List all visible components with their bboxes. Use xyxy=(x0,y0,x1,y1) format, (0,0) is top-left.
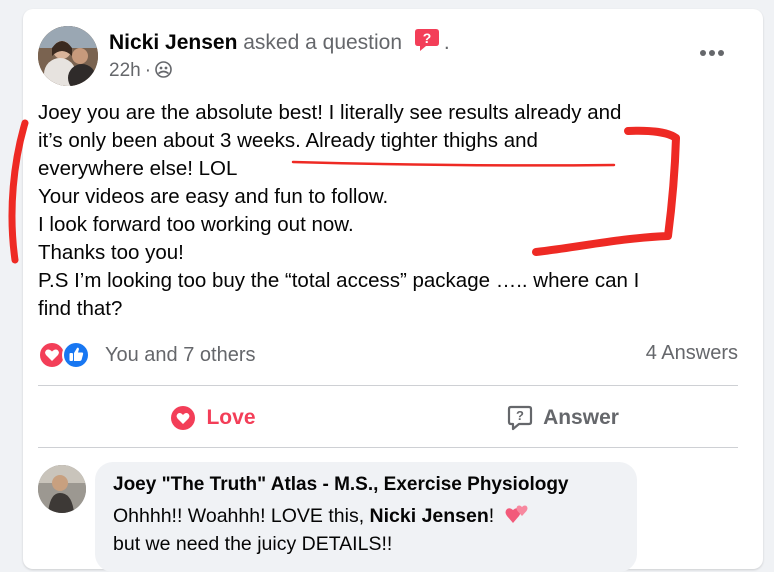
header-trailing-dot: . xyxy=(443,31,450,54)
post-text-line: it’s only been about 3 weeks. Already ti… xyxy=(38,129,538,152)
divider xyxy=(38,447,738,448)
post-text-line: P.S I’m looking too buy the “total acces… xyxy=(38,269,640,292)
comment-line-1: Ohhhh!! Woahhh! LOVE this, Nicki Jensen! xyxy=(113,502,530,530)
answers-count[interactable]: 4 Answers xyxy=(646,342,738,365)
two-hearts-emoji xyxy=(505,505,528,523)
meta-separator: · xyxy=(144,60,152,81)
like-reaction-icon xyxy=(62,341,90,369)
answer-icon: ? xyxy=(507,405,533,431)
love-button[interactable]: Love xyxy=(38,396,388,440)
post-time[interactable]: 22h xyxy=(109,60,141,81)
svg-text:?: ? xyxy=(516,408,524,423)
svg-text:?: ? xyxy=(423,30,432,46)
comment-text-prefix: Ohhhh!! Woahhh! LOVE this, xyxy=(113,505,370,527)
post-action: asked a question xyxy=(243,31,403,54)
love-icon xyxy=(171,406,196,430)
commenter-avatar[interactable] xyxy=(38,465,86,513)
author-avatar[interactable] xyxy=(38,26,98,86)
group-icon xyxy=(155,61,172,78)
post-text-line: find that? xyxy=(38,297,123,320)
comment-mention[interactable]: Nicki Jensen xyxy=(370,505,489,527)
answer-button-label: Answer xyxy=(543,406,619,429)
post-text-line: Thanks too you! xyxy=(38,241,184,264)
post-text-line: Joey you are the absolute best! I litera… xyxy=(38,101,622,124)
love-button-label: Love xyxy=(206,406,256,429)
comment-author[interactable]: Joey "The Truth" Atlas - M.S., Exercise … xyxy=(113,474,569,496)
reactions-label: You and 7 others xyxy=(105,343,256,366)
post-body: Joey you are the absolute best! I litera… xyxy=(38,99,748,323)
question-badge-icon: ? xyxy=(414,28,440,52)
post-text-line: I look forward too working out now. xyxy=(38,213,354,236)
comment-bubble: Joey "The Truth" Atlas - M.S., Exercise … xyxy=(95,462,637,572)
comment-line-2: but we need the juicy DETAILS!! xyxy=(113,533,393,555)
more-options-button[interactable] xyxy=(692,38,732,68)
post-meta: 22h · xyxy=(109,60,172,82)
comment-text: Ohhhh!! Woahhh! LOVE this, Nicki Jensen!… xyxy=(113,502,530,558)
divider xyxy=(38,385,738,386)
answer-button[interactable]: ? Answer xyxy=(388,396,738,440)
reaction-icons xyxy=(38,341,96,369)
reactions-summary[interactable]: You and 7 others xyxy=(38,341,256,369)
post-text-line: Your videos are easy and fun to follow. xyxy=(38,185,389,208)
author-name[interactable]: Nicki Jensen xyxy=(109,31,237,54)
post-text-line: everywhere else! LOL xyxy=(38,157,238,180)
post-header: Nicki Jensen asked a question ? . xyxy=(109,28,450,55)
more-options-icon xyxy=(700,50,724,56)
comment-text-suffix: ! xyxy=(488,505,495,527)
